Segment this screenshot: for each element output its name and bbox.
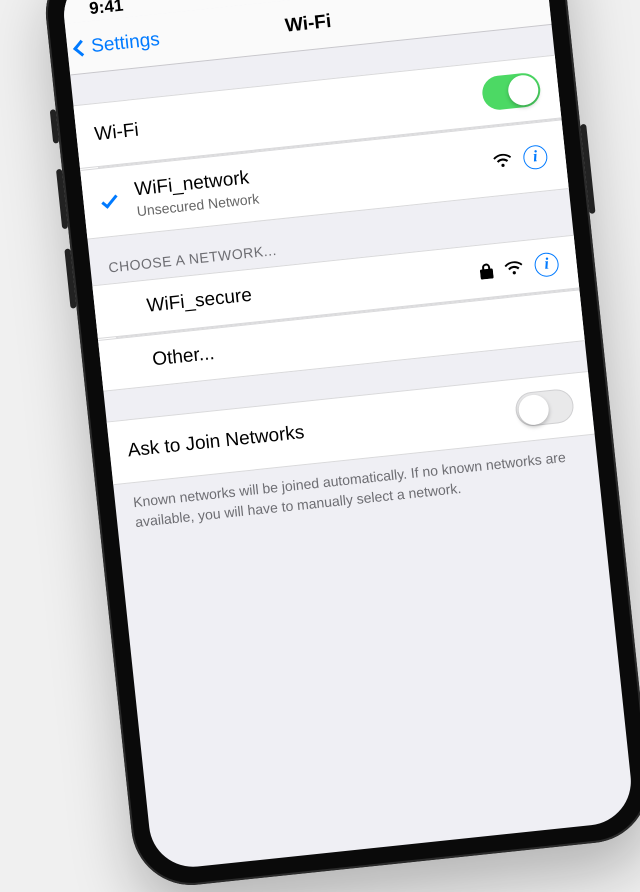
ask-to-join-toggle[interactable] [514,388,575,428]
info-icon[interactable]: i [533,252,559,278]
wifi-signal-icon [493,153,512,169]
lock-icon [479,262,494,279]
wifi-toggle[interactable] [481,72,542,112]
wifi-signal-icon [504,260,523,276]
phone-frame: 9:41 Settings Wi-Fi [40,0,640,891]
other-label: Other... [151,343,215,371]
info-icon[interactable]: i [522,144,548,170]
chevron-left-icon [73,39,90,56]
back-button[interactable]: Settings [74,28,160,59]
network-ssid: WiFi_secure [146,285,253,318]
page-title: Wi-Fi [284,10,332,37]
checkmark-icon [101,191,117,208]
ask-to-join-label: Ask to Join Networks [127,422,306,462]
wifi-master-label: Wi-Fi [93,120,139,147]
back-label: Settings [90,28,161,57]
screen: 9:41 Settings Wi-Fi [60,0,635,871]
status-time: 9:41 [88,0,124,19]
